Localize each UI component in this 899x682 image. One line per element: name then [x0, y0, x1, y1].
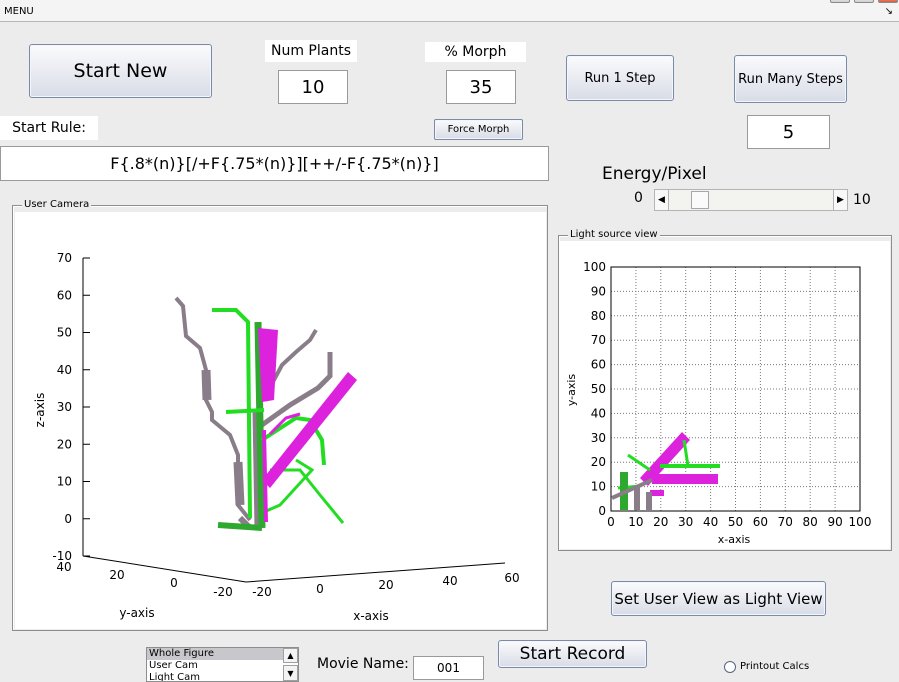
y-tick-label: 70: [591, 333, 606, 347]
list-item[interactable]: Light Cam: [147, 672, 298, 681]
movie-name-label: Movie Name:: [317, 656, 409, 672]
x-tick-label: 50: [728, 515, 743, 529]
light-view-x-axis-label: x-axis: [718, 533, 751, 546]
y-tick-label: 80: [591, 309, 606, 323]
start-record-button[interactable]: Start Record: [498, 640, 647, 668]
x-tick-label: 90: [827, 515, 842, 529]
printout-calcs-radio[interactable]: [724, 661, 736, 673]
printout-calcs-label: Printout Calcs: [740, 661, 810, 672]
set-user-view-button[interactable]: Set User View as Light View: [611, 581, 826, 616]
y-tick-label: 50: [591, 382, 606, 396]
light-view-axes: 0 10 20 30 40 50 60 70 80 90 100 0 10 20 30 40 50 60 70 80…: [565, 260, 871, 546]
view-listbox[interactable]: Whole Figure User Cam Light Cam ▲ ▼: [146, 647, 299, 682]
y-tick-label: 30: [591, 431, 606, 445]
x-tick-label: 100: [849, 515, 872, 529]
light-view-plants: [611, 432, 720, 510]
y-tick-label: 10: [591, 480, 606, 494]
lv-magenta-bar: [652, 474, 718, 484]
x-tick-label: 70: [778, 515, 793, 529]
x-tick-label: 20: [653, 515, 668, 529]
x-tick-label: 10: [628, 515, 643, 529]
lv-magenta-small: [650, 490, 664, 496]
x-tick-label: 80: [803, 515, 818, 529]
scroll-up-arrow-icon[interactable]: ▲: [283, 648, 298, 663]
y-tick-label: 90: [591, 284, 606, 298]
x-tick-label: 40: [703, 515, 718, 529]
y-tick-label: 40: [591, 406, 606, 420]
movie-name-input[interactable]: 001: [413, 656, 484, 680]
list-item[interactable]: User Cam: [147, 660, 298, 672]
y-tick-label: 0: [598, 504, 606, 518]
y-tick-label: 100: [583, 260, 606, 274]
light-view-y-tick-labels: 0 10 20 30 40 50 60 70 80 90 100: [583, 260, 606, 518]
x-tick-label: 0: [607, 515, 615, 529]
list-item-selected[interactable]: Whole Figure: [147, 648, 284, 660]
x-tick-label: 30: [678, 515, 693, 529]
lv-green-diag: [627, 453, 651, 472]
light-view-x-tick-labels: 0 10 20 30 40 50 60 70 80 90 100: [607, 515, 871, 529]
light-view-y-axis-label: y-axis: [565, 374, 578, 407]
lv-gray-stem: [646, 492, 652, 510]
scroll-down-arrow-icon[interactable]: ▼: [283, 665, 298, 681]
x-tick-label: 60: [753, 515, 768, 529]
y-tick-label: 20: [591, 455, 606, 469]
y-tick-label: 60: [591, 358, 606, 372]
lv-green-vertical: [682, 439, 690, 467]
